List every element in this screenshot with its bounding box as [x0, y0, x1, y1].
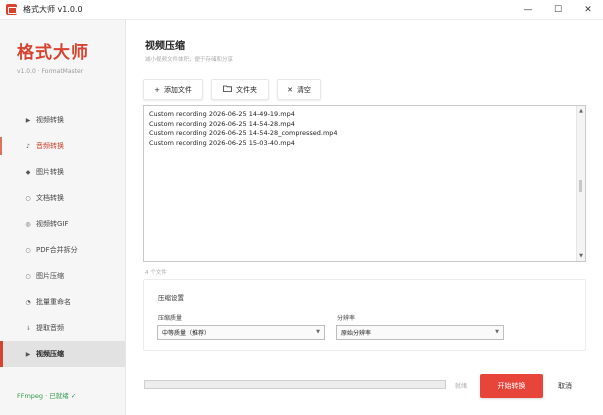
sidebar-item-label: 视频压缩 — [36, 350, 64, 358]
progress-bar — [144, 380, 446, 389]
folder-icon — [223, 85, 232, 94]
sidebar: 格式大师 v1.0.0 · FormatMaster ▶ 视频转换 ♪ 音频转换 ◆ 图片… — [0, 20, 126, 415]
document-icon: ○ — [25, 194, 31, 202]
add-files-label: 添加文件 — [163, 85, 192, 94]
sidebar-item-2[interactable]: ♪ 音频转换 — [0, 133, 125, 159]
music-note-icon: ♪ — [26, 142, 30, 150]
sidebar-item-10[interactable]: ▶ 视频压缩 — [0, 341, 125, 367]
sidebar-item-label: 文档转换 — [36, 194, 64, 202]
sidebar-item-label: 音频转换 — [36, 142, 64, 150]
clear-button[interactable]: ✕ 清空 — [277, 79, 321, 100]
sidebar-item-label: 视频转换 — [36, 116, 64, 124]
app-window: 格式大师 v1.0.0 — ☐ ✕ 格式大师 v1.0.0 · FormatMa… — [0, 0, 603, 415]
sidebar-item-label: 图片压缩 — [36, 272, 64, 280]
file-count: 4 个文件 — [145, 270, 167, 276]
page-title: 视频压缩 — [145, 41, 185, 52]
image-icon: ◆ — [25, 168, 31, 176]
scroll-down-icon[interactable]: ▼ — [577, 252, 585, 260]
page-subtitle: 减小视频文件体积，便于存储和分享 — [145, 57, 234, 63]
sidebar-nav: ▶ 视频转换 ♪ 音频转换 ◆ 图片转换 ○ 文档转换 ◎ 视频转GIF ○ PDF合并拆分 ○ 图片压缩… — [0, 107, 125, 367]
sidebar-item-6[interactable]: ○ PDF合并拆分 — [0, 237, 125, 263]
app-logo-icon — [6, 4, 17, 15]
sidebar-item-7[interactable]: ○ 图片压缩 — [0, 263, 125, 289]
title-bar: 格式大师 v1.0.0 — ☐ ✕ — [0, 0, 603, 20]
brand-title: 格式大师 — [17, 43, 89, 63]
sidebar-item-label: 提取音频 — [36, 324, 64, 332]
gif-icon: ◎ — [25, 220, 31, 228]
sidebar-item-9[interactable]: ⇂ 提取音频 — [0, 315, 125, 341]
play-icon: ▶ — [25, 116, 31, 124]
start-convert-button[interactable]: 开始转换 — [480, 374, 543, 398]
extract-audio-icon: ⇂ — [25, 324, 31, 332]
sidebar-item-label: 批量重命名 — [36, 298, 71, 306]
file-list[interactable]: Custom recording 2026-06-25 14-49-19.mp4… — [143, 105, 586, 262]
clear-label: 清空 — [296, 85, 311, 94]
resolution-label: 分辨率 — [337, 315, 356, 322]
sidebar-item-1[interactable]: ▶ 视频转换 — [0, 107, 125, 133]
version-label: v1.0.0 · FormatMaster — [17, 68, 84, 75]
sidebar-item-label: PDF合并拆分 — [36, 246, 78, 254]
quality-value: 中等质量（推荐） — [162, 330, 211, 337]
cancel-button[interactable]: 取消 — [553, 379, 577, 393]
close-button[interactable]: ✕ — [573, 0, 603, 20]
pdf-icon: ○ — [25, 246, 31, 254]
file-list-item[interactable]: Custom recording 2026-06-25 14-54-28.mp4 — [144, 120, 338, 130]
add-folder-button[interactable]: 文件夹 — [211, 79, 269, 100]
quality-label: 压缩质量 — [158, 315, 183, 322]
quality-select[interactable]: 中等质量（推荐） ▼ — [157, 325, 325, 340]
window-controls: — ☐ ✕ — [513, 0, 603, 20]
resolution-select[interactable]: 原始分辨率 ▼ — [336, 325, 504, 340]
sidebar-item-4[interactable]: ○ 文档转换 — [0, 185, 125, 211]
maximize-button[interactable]: ☐ — [543, 0, 573, 20]
clear-x-icon: ✕ — [287, 85, 293, 94]
plus-icon: + — [154, 85, 160, 94]
sidebar-item-5[interactable]: ◎ 视频转GIF — [0, 211, 125, 237]
progress-status: 就绪 — [455, 383, 468, 390]
add-files-button[interactable]: + 添加文件 — [143, 79, 203, 100]
ffmpeg-status: FFmpeg · 已就绪 ✓ — [17, 392, 77, 400]
rename-icon: ◔ — [25, 298, 31, 306]
compression-settings-panel: 压缩设置 压缩质量 中等质量（推荐） ▼ 分辨率 原始分辨率 ▼ — [143, 279, 586, 351]
chevron-down-icon: ▼ — [316, 329, 320, 335]
chevron-down-icon: ▼ — [495, 329, 499, 335]
compress-image-icon: ○ — [25, 272, 31, 280]
sidebar-item-label: 视频转GIF — [36, 220, 69, 228]
window-title: 格式大师 v1.0.0 — [23, 5, 83, 14]
resolution-value: 原始分辨率 — [341, 330, 372, 337]
minimize-button[interactable]: — — [513, 0, 543, 20]
settings-title: 压缩设置 — [158, 294, 184, 302]
scroll-up-icon[interactable]: ▲ — [577, 107, 585, 115]
add-folder-label: 文件夹 — [236, 85, 257, 94]
sidebar-item-3[interactable]: ◆ 图片转换 — [0, 159, 125, 185]
sidebar-item-label: 图片转换 — [36, 168, 64, 176]
scrollbar-thumb[interactable] — [579, 180, 582, 192]
file-list-item[interactable]: Custom recording 2026-06-25 14-54-28_com… — [144, 129, 338, 139]
file-list-item[interactable]: Custom recording 2026-06-25 15-03-40.mp4 — [144, 139, 338, 149]
file-rows: Custom recording 2026-06-25 14-49-19.mp4… — [144, 110, 338, 148]
file-list-item[interactable]: Custom recording 2026-06-25 14-49-19.mp4 — [144, 110, 338, 120]
video-compress-icon: ▶ — [25, 350, 31, 358]
sidebar-item-8[interactable]: ◔ 批量重命名 — [0, 289, 125, 315]
file-list-scrollbar[interactable]: ▲ ▼ — [576, 106, 585, 261]
